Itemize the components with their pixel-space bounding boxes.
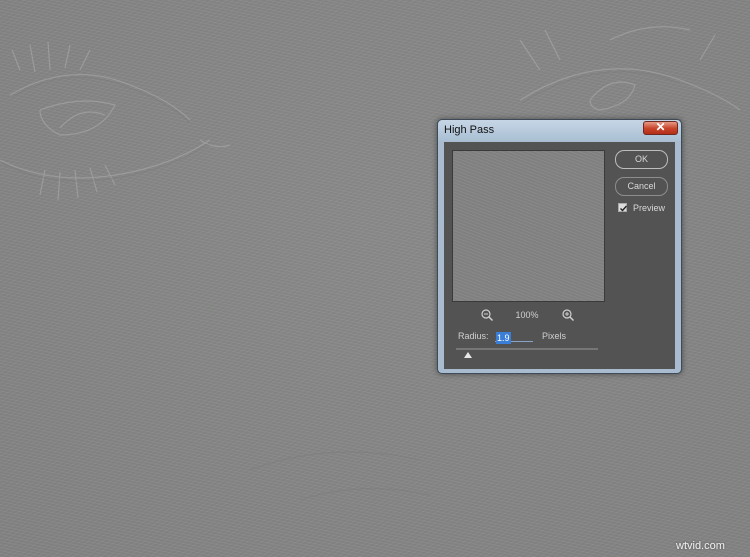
ok-button[interactable]: OK [615,150,668,169]
filter-preview-pane[interactable] [452,150,605,302]
pixels-unit-label: Pixels [542,331,567,341]
checkmark-icon [620,205,628,212]
close-button[interactable]: ✕ [643,120,678,135]
radius-slider-track[interactable] [456,348,598,350]
cancel-button[interactable]: Cancel [615,177,668,196]
close-icon: ✕ [655,120,666,134]
radius-input[interactable]: 1.9 [495,328,533,344]
high-pass-dialog: High Pass ✕ 100% Radius: 1.9 Pixels OK C… [437,119,682,374]
radius-value: 1.9 [496,332,511,344]
zoom-in-icon[interactable] [561,308,575,322]
preview-checkbox[interactable] [618,203,628,212]
dialog-titlebar[interactable]: High Pass ✕ [438,120,681,141]
dialog-content: 100% Radius: 1.9 Pixels OK Cancel Previe… [444,142,675,369]
zoom-out-icon[interactable] [480,308,494,322]
preview-label: Preview [633,203,666,213]
zoom-level: 100% [515,310,539,320]
dialog-title: High Pass [444,124,495,136]
radius-label: Radius: [458,331,489,341]
watermark: wtvid.com [676,540,725,552]
radius-slider-thumb[interactable] [464,352,472,358]
